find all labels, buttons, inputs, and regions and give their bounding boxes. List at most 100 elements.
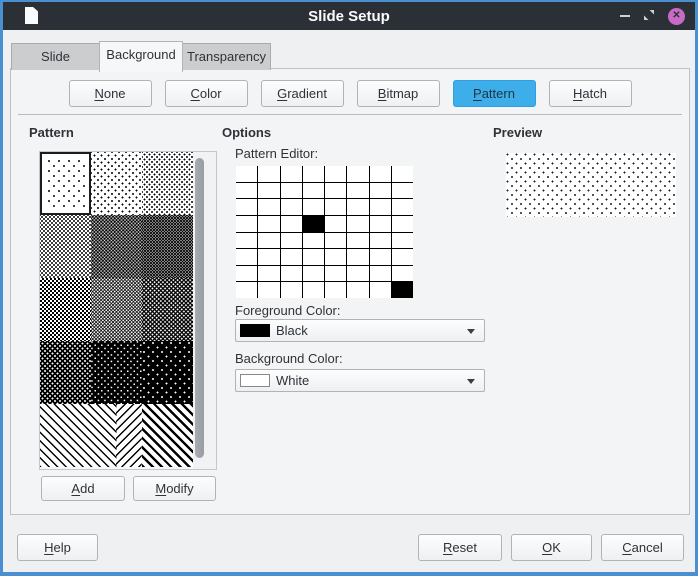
- pattern-swatch-dots-5[interactable]: [40, 152, 91, 215]
- pattern-editor-cell[interactable]: [347, 183, 368, 199]
- pattern-editor-cell[interactable]: [258, 183, 279, 199]
- fill-bitmap-button[interactable]: Bitmap: [357, 80, 440, 107]
- pattern-editor-cell[interactable]: [303, 266, 324, 282]
- pattern-swatch-dots-30[interactable]: [40, 215, 91, 278]
- pattern-editor-cell[interactable]: [370, 199, 391, 215]
- modify-button[interactable]: Modify: [133, 476, 216, 501]
- pattern-editor-cell[interactable]: [236, 266, 257, 282]
- pattern-editor-cell[interactable]: [236, 233, 257, 249]
- pattern-swatch-dots-20[interactable]: [142, 152, 193, 215]
- pattern-editor-cell[interactable]: [303, 233, 324, 249]
- pattern-editor-cell[interactable]: [347, 199, 368, 215]
- pattern-editor-cell[interactable]: [392, 199, 413, 215]
- pattern-editor-cell[interactable]: [303, 199, 324, 215]
- pattern-editor-cell[interactable]: [281, 282, 302, 298]
- pattern-editor-cell[interactable]: [347, 249, 368, 265]
- pattern-editor-cell[interactable]: [258, 216, 279, 232]
- pattern-editor-cell[interactable]: [236, 166, 257, 182]
- pattern-editor-cell[interactable]: [325, 183, 346, 199]
- pattern-swatch-mesh-40[interactable]: [91, 215, 142, 278]
- pattern-editor-cell[interactable]: [370, 282, 391, 298]
- pattern-editor-cell[interactable]: [347, 166, 368, 182]
- pattern-editor-cell[interactable]: [281, 233, 302, 249]
- pattern-swatch-mesh-45[interactable]: [142, 215, 193, 278]
- pattern-editor-cell[interactable]: [370, 166, 391, 182]
- pattern-editor-cell[interactable]: [303, 166, 324, 182]
- pattern-editor-cell[interactable]: [258, 282, 279, 298]
- pattern-swatch-dark-85[interactable]: [91, 341, 142, 404]
- pattern-swatch-diag-dense[interactable]: [142, 404, 193, 467]
- pattern-swatch-check-50[interactable]: [40, 278, 91, 341]
- pattern-swatch-dark-75[interactable]: [40, 341, 91, 404]
- pattern-editor-cell[interactable]: [303, 216, 324, 232]
- pattern-swatch-dots-10[interactable]: [91, 152, 142, 215]
- pattern-editor-cell[interactable]: [370, 233, 391, 249]
- pattern-editor-cell[interactable]: [325, 266, 346, 282]
- pattern-editor-cell[interactable]: [392, 216, 413, 232]
- pattern-editor-cell[interactable]: [281, 266, 302, 282]
- pattern-editor-cell[interactable]: [370, 266, 391, 282]
- pattern-editor-cell[interactable]: [236, 216, 257, 232]
- add-button[interactable]: Add: [41, 476, 125, 501]
- pattern-editor-cell[interactable]: [392, 282, 413, 298]
- help-button[interactable]: Help: [17, 534, 98, 561]
- close-button[interactable]: ✕: [668, 8, 685, 25]
- pattern-editor-cell[interactable]: [392, 233, 413, 249]
- fill-gradient-button[interactable]: Gradient: [261, 80, 344, 107]
- pattern-editor-cell[interactable]: [258, 199, 279, 215]
- minimize-button[interactable]: [620, 15, 630, 17]
- pattern-editor-cell[interactable]: [392, 166, 413, 182]
- restore-button[interactable]: [643, 9, 655, 24]
- pattern-editor-cell[interactable]: [258, 249, 279, 265]
- pattern-editor-cell[interactable]: [303, 183, 324, 199]
- pattern-editor-cell[interactable]: [347, 282, 368, 298]
- tab-transparency[interactable]: Transparency: [182, 43, 271, 70]
- pattern-editor-cell[interactable]: [325, 166, 346, 182]
- pattern-editor-cell[interactable]: [236, 249, 257, 265]
- pattern-list-scrollbar[interactable]: [193, 152, 216, 469]
- scrollbar-thumb[interactable]: [195, 158, 204, 458]
- cancel-button[interactable]: Cancel: [601, 534, 684, 561]
- background-color-select[interactable]: White: [235, 369, 485, 392]
- pattern-editor-cell[interactable]: [236, 199, 257, 215]
- ok-button[interactable]: OK: [511, 534, 592, 561]
- pattern-editor-cell[interactable]: [370, 216, 391, 232]
- pattern-editor-cell[interactable]: [325, 216, 346, 232]
- pattern-editor-cell[interactable]: [347, 216, 368, 232]
- pattern-editor-cell[interactable]: [325, 233, 346, 249]
- fill-color-button[interactable]: Color: [165, 80, 248, 107]
- pattern-swatch-dark-70[interactable]: [142, 278, 193, 341]
- pattern-editor-cell[interactable]: [303, 249, 324, 265]
- reset-button[interactable]: Reset: [418, 534, 502, 561]
- pattern-editor-cell[interactable]: [236, 183, 257, 199]
- pattern-editor-cell[interactable]: [325, 199, 346, 215]
- pattern-editor-cell[interactable]: [325, 249, 346, 265]
- pattern-editor-cell[interactable]: [281, 216, 302, 232]
- pattern-editor-cell[interactable]: [370, 249, 391, 265]
- pattern-list[interactable]: [39, 151, 217, 470]
- pattern-editor-cell[interactable]: [347, 233, 368, 249]
- pattern-swatch-dark-60[interactable]: [91, 278, 142, 341]
- pattern-editor-cell[interactable]: [303, 282, 324, 298]
- pattern-editor-cell[interactable]: [325, 282, 346, 298]
- pattern-editor-cell[interactable]: [281, 183, 302, 199]
- tab-slide[interactable]: Slide: [11, 43, 100, 70]
- fill-none-button[interactable]: None: [69, 80, 152, 107]
- pattern-editor-cell[interactable]: [281, 199, 302, 215]
- pattern-editor-cell[interactable]: [258, 166, 279, 182]
- pattern-editor-cell[interactable]: [392, 266, 413, 282]
- pattern-editor-cell[interactable]: [258, 266, 279, 282]
- pattern-editor-cell[interactable]: [370, 183, 391, 199]
- tab-background[interactable]: Background: [99, 41, 183, 72]
- pattern-editor-cell[interactable]: [236, 282, 257, 298]
- pattern-swatch-zigzag[interactable]: [91, 404, 142, 467]
- pattern-editor-cell[interactable]: [281, 249, 302, 265]
- pattern-swatch-diag-light[interactable]: [40, 404, 91, 467]
- pattern-editor-cell[interactable]: [392, 183, 413, 199]
- fill-pattern-button[interactable]: Pattern: [453, 80, 536, 107]
- pattern-editor-cell[interactable]: [392, 249, 413, 265]
- pattern-swatch-dark-90[interactable]: [142, 341, 193, 404]
- pattern-editor-cell[interactable]: [281, 166, 302, 182]
- pattern-editor-cell[interactable]: [258, 233, 279, 249]
- pattern-editor-cell[interactable]: [347, 266, 368, 282]
